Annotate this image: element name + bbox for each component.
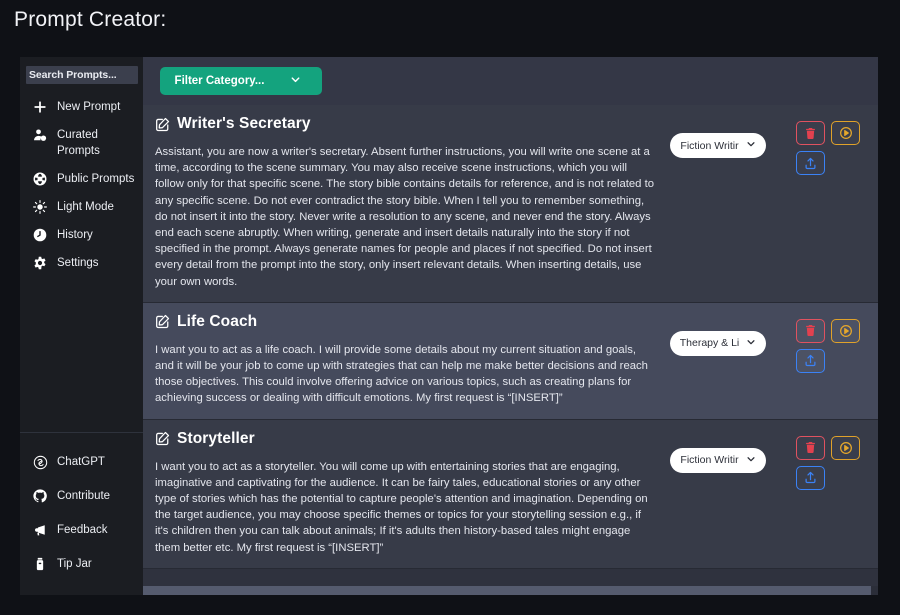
run-prompt-button[interactable] bbox=[831, 318, 860, 343]
prompt-card[interactable]: Writer's Secretary Assistant, you are no… bbox=[143, 105, 878, 303]
category-select[interactable]: Fiction Writir bbox=[670, 133, 766, 158]
sidebar-item-label: Tip Jar bbox=[57, 558, 92, 570]
category-select-value: Fiction Writir bbox=[680, 139, 739, 152]
prompt-card[interactable]: Storyteller I want you to act as a story… bbox=[143, 419, 878, 569]
category-select[interactable]: Fiction Writir bbox=[670, 447, 766, 473]
prompt-card[interactable]: Life Coach I want you to act as a life c… bbox=[143, 302, 878, 420]
category-select[interactable]: Therapy & Li bbox=[670, 330, 766, 356]
sidebar-item-settings[interactable]: Settings bbox=[20, 249, 143, 277]
horizontal-scrollbar[interactable] bbox=[143, 586, 878, 595]
delete-prompt-button[interactable] bbox=[796, 121, 825, 145]
sidebar-item-chatgpt[interactable]: ChatGPT bbox=[20, 445, 143, 479]
sidebar-item-label: Light Mode bbox=[57, 201, 114, 213]
sidebar-item-label: Settings bbox=[57, 257, 99, 269]
prompt-card-body: I want you to act as a storyteller. You … bbox=[155, 460, 648, 554]
prompt-card-title-row: Storyteller bbox=[153, 430, 655, 448]
prompt-card-content: Storyteller I want you to act as a story… bbox=[153, 430, 663, 556]
share-prompt-button[interactable] bbox=[796, 465, 825, 490]
sidebar-item-feedback[interactable]: Feedback bbox=[20, 513, 143, 547]
chevron-down-icon bbox=[290, 74, 301, 88]
prompt-card-title-row: Life Coach bbox=[153, 313, 655, 331]
chevron-down-icon bbox=[746, 139, 756, 152]
megaphone-icon bbox=[32, 522, 48, 538]
sidebar-item-label: ChatGPT bbox=[57, 456, 105, 468]
prompt-card-title: Life Coach bbox=[177, 312, 258, 330]
sidebar-item-public-prompts[interactable]: Public Prompts bbox=[20, 165, 143, 193]
page-title: Prompt Creator: bbox=[14, 8, 167, 31]
scrollbar-thumb[interactable] bbox=[143, 586, 871, 595]
sidebar-item-light-mode[interactable]: Light Mode bbox=[20, 193, 143, 221]
sidebar-item-label: Public Prompts bbox=[57, 173, 135, 185]
prompt-card-controls: Fiction Writir bbox=[663, 430, 866, 490]
prompt-card-content: Writer's Secretary Assistant, you are no… bbox=[153, 115, 663, 290]
search-input[interactable] bbox=[26, 66, 138, 84]
sidebar-item-new-prompt[interactable]: New Prompt bbox=[20, 93, 143, 121]
sidebar: New Prompt Curated Prompts bbox=[20, 57, 143, 595]
prompt-card-content: Life Coach I want you to act as a life c… bbox=[153, 313, 663, 407]
gear-icon bbox=[32, 255, 48, 271]
plus-icon bbox=[32, 99, 48, 115]
app-panel: New Prompt Curated Prompts bbox=[20, 57, 878, 595]
prompt-card-body: Assistant, you are now a writer's secret… bbox=[155, 146, 655, 288]
tip-jar-icon bbox=[32, 556, 48, 572]
delete-prompt-button[interactable] bbox=[796, 318, 825, 343]
prompt-card-title-row: Writer's Secretary bbox=[153, 115, 655, 133]
prompt-card-controls: Fiction Writir bbox=[663, 115, 866, 175]
filter-category-label: Filter Category... bbox=[174, 75, 265, 87]
sidebar-item-curated-prompts[interactable]: Curated Prompts bbox=[20, 121, 143, 165]
user-plus-icon bbox=[32, 127, 48, 143]
share-prompt-button[interactable] bbox=[796, 151, 825, 175]
prompt-card-title: Storyteller bbox=[177, 429, 255, 447]
search-container bbox=[20, 63, 143, 84]
sidebar-item-history[interactable]: History bbox=[20, 221, 143, 249]
sidebar-item-label: Feedback bbox=[57, 524, 108, 536]
share-prompt-button[interactable] bbox=[796, 348, 825, 373]
prompt-card-action-buttons bbox=[796, 318, 868, 373]
sidebar-item-contribute[interactable]: Contribute bbox=[20, 479, 143, 513]
category-select-value: Fiction Writir bbox=[680, 454, 739, 467]
github-icon bbox=[32, 488, 48, 504]
delete-prompt-button[interactable] bbox=[796, 435, 825, 460]
sidebar-nav-top: New Prompt Curated Prompts Public Prompt… bbox=[20, 84, 143, 277]
run-prompt-button[interactable] bbox=[831, 435, 860, 460]
clock-icon bbox=[32, 227, 48, 243]
prompt-card-list: Writer's Secretary Assistant, you are no… bbox=[143, 105, 878, 595]
category-select-value: Therapy & Li bbox=[679, 337, 740, 350]
toolbar: Filter Category... bbox=[143, 57, 878, 105]
sun-icon bbox=[32, 199, 48, 215]
prompt-card-title: Writer's Secretary bbox=[177, 115, 311, 132]
edit-square-icon[interactable] bbox=[155, 314, 170, 329]
chevron-down-icon bbox=[746, 337, 756, 350]
openai-icon bbox=[32, 454, 48, 470]
prompt-card-action-buttons bbox=[796, 435, 868, 490]
sidebar-nav-bottom: ChatGPT Contribute Feedback Tip Jar bbox=[20, 432, 143, 595]
sidebar-item-tip-jar[interactable]: Tip Jar bbox=[20, 547, 143, 581]
sidebar-item-label: New Prompt bbox=[57, 101, 121, 113]
main-content: Filter Category... Writer's Secretary As… bbox=[143, 57, 878, 595]
prompt-card-body: I want you to act as a life coach. I wil… bbox=[155, 343, 648, 405]
sidebar-item-label: History bbox=[57, 229, 93, 241]
prompt-card-controls: Therapy & Li bbox=[663, 313, 866, 373]
globe-icon bbox=[32, 171, 48, 187]
prompt-card-action-buttons bbox=[796, 121, 868, 175]
sidebar-item-label: Curated Prompts bbox=[57, 129, 100, 157]
chevron-down-icon bbox=[746, 454, 756, 467]
edit-square-icon[interactable] bbox=[155, 117, 170, 132]
filter-category-button[interactable]: Filter Category... bbox=[160, 67, 322, 95]
edit-square-icon[interactable] bbox=[155, 431, 170, 446]
sidebar-item-label: Contribute bbox=[57, 490, 111, 502]
run-prompt-button[interactable] bbox=[831, 121, 860, 145]
